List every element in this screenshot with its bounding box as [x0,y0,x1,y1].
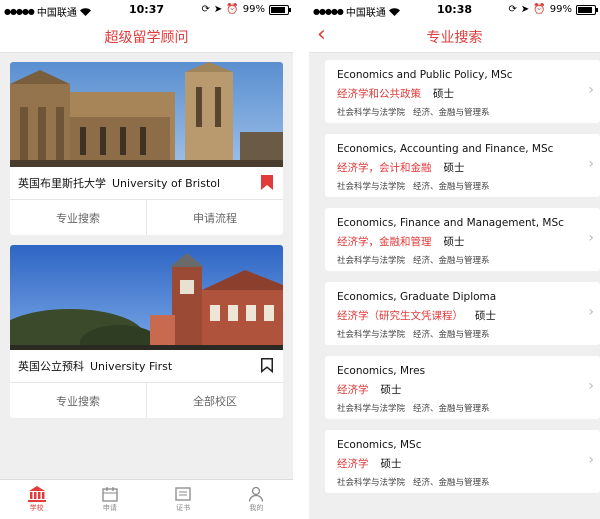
program-field: 经济学，金融和管理 [337,236,432,248]
program-name: Economics, Accounting and Finance, MSc [337,143,554,155]
program-degree: 硕士 [380,458,402,470]
university-first-campus-photo [10,245,283,350]
school-name-en: University First [90,359,173,373]
school-building-icon [27,486,46,502]
tab-apply[interactable]: 申请 [73,480,146,519]
battery-icon [576,4,598,15]
chevron-right-icon: › [588,230,594,246]
program-row[interactable]: Economics and Public Policy, MSc 经济学和公共政… [325,60,600,123]
left-phone-screen: ●●●●● 中国联通 10:37 ⟳ ➤ ⏰ 99% 超级留学顾问 英国布里斯托… [0,0,293,519]
program-name: Economics, MSc [337,439,422,451]
program-row[interactable]: Economics, Accounting and Finance, MSc 经… [325,134,600,197]
program-department: 经济、金融与管理系 [413,330,490,340]
bookmark-filled-icon[interactable] [261,175,273,190]
status-bar: ●●●●● 中国联通 10:37 ⟳ ➤ ⏰ 99% [0,0,293,20]
tab-label: 申请 [102,504,117,512]
tab-bar: 学校 申请 证书 我的 [0,479,293,519]
alarm-icon: ⏰ [533,4,546,15]
page-title: 专业搜索 [426,30,483,46]
school-name-cn: 英国公立预科 [18,360,84,373]
program-name: Economics, Graduate Diploma [337,291,497,303]
all-campuses-button[interactable]: 全部校区 [146,383,283,418]
program-field: 经济学，会计和金融 [337,162,432,174]
program-name: Economics, Finance and Management, MSc [337,217,564,229]
tab-label: 我的 [249,504,264,512]
program-degree: 硕士 [380,384,402,396]
program-faculty: 社会科学与法学院 [337,108,406,118]
lock-rotation-icon: ⟳ [201,4,210,15]
program-degree: 硕士 [475,310,496,322]
program-department: 经济、金融与管理系 [413,478,490,488]
alarm-icon: ⏰ [226,4,239,15]
certificate-icon [175,487,191,501]
chevron-right-icon: › [588,452,594,468]
program-faculty: 社会科学与法学院 [337,330,406,340]
tab-label: 证书 [176,504,191,512]
user-icon [249,486,264,502]
location-icon: ➤ [520,4,530,15]
application-process-button[interactable]: 申请流程 [146,200,283,235]
program-department: 经济、金融与管理系 [413,404,490,414]
school-title-row: 英国公立预科 University First [10,350,283,383]
program-faculty: 社会科学与法学院 [337,478,406,488]
nav-bar: 超级留学顾问 [0,20,293,53]
school-card-bristol[interactable]: 英国布里斯托大学 University of Bristol 专业搜索 申请流程 [10,62,283,235]
school-card-university-first[interactable]: 英国公立预科 University First 专业搜索 全部校区 [10,245,283,418]
program-department: 经济、金融与管理系 [413,182,490,192]
program-degree: 硕士 [443,236,465,248]
battery-icon [269,4,291,15]
right-phone-screen: ●●●●● 中国联通 10:38 ⟳ ➤ ⏰ 99% ‹ 专业搜索 Econom… [309,0,600,519]
tab-school[interactable]: 学校 [0,480,73,519]
program-field: 经济学 [337,458,369,470]
bristol-campus-photo [10,62,283,167]
chevron-right-icon: › [588,156,594,172]
calendar-icon [102,487,118,502]
program-field: 经济学和公共政策 [337,88,421,100]
program-row[interactable]: Economics, Finance and Management, MSc 经… [325,208,600,271]
program-department: 经济、金融与管理系 [413,256,490,266]
chevron-right-icon: › [588,304,594,320]
program-faculty: 社会科学与法学院 [337,256,406,266]
program-field: 经济学 [337,384,369,396]
program-department: 经济、金融与管理系 [413,108,490,118]
program-field: 经济学（研究生文凭课程） [337,310,463,322]
nav-bar: ‹ 专业搜索 [309,20,600,53]
program-faculty: 社会科学与法学院 [337,182,406,192]
program-faculty: 社会科学与法学院 [337,404,406,414]
program-degree: 硕士 [433,88,454,100]
school-name-cn: 英国布里斯托大学 [18,177,106,190]
battery-percent: 99% [242,4,265,15]
location-icon: ➤ [213,4,223,15]
battery-percent: 99% [549,4,572,15]
program-name: Economics, Mres [337,365,426,377]
school-name-en: University of Bristol [112,176,221,190]
status-bar: ●●●●● 中国联通 10:38 ⟳ ➤ ⏰ 99% [309,0,600,20]
program-search-button[interactable]: 专业搜索 [10,383,146,418]
school-title-row: 英国布里斯托大学 University of Bristol [10,167,283,200]
chevron-right-icon: › [588,378,594,394]
program-degree: 硕士 [443,162,465,174]
tab-label: 学校 [29,504,44,512]
program-name: Economics and Public Policy, MSc [337,69,513,81]
program-row[interactable]: Economics, MSc 经济学 硕士 社会科学与法学院 经济、金融与管理系 › [325,430,600,493]
program-row[interactable]: Economics, Graduate Diploma 经济学（研究生文凭课程）… [325,282,600,345]
chevron-right-icon: › [588,82,594,98]
page-title: 超级留学顾问 [104,30,189,46]
program-row[interactable]: Economics, Mres 经济学 硕士 社会科学与法学院 经济、金融与管理系 … [325,356,600,419]
tab-certificate[interactable]: 证书 [147,480,220,519]
lock-rotation-icon: ⟳ [508,4,517,15]
bookmark-outline-icon[interactable] [261,358,273,373]
tab-profile[interactable]: 我的 [220,480,293,519]
program-search-button[interactable]: 专业搜索 [10,200,146,235]
